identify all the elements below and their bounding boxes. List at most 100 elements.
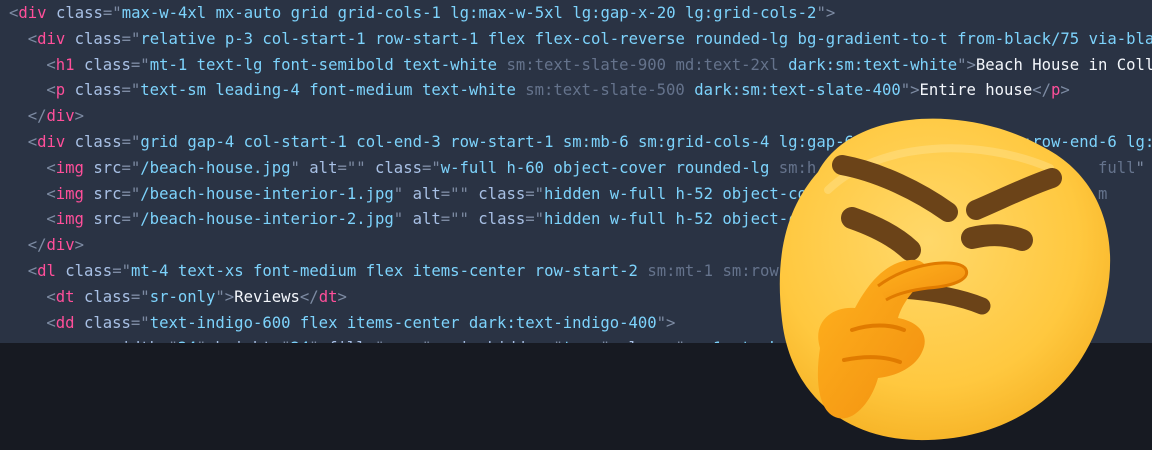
- code-token: =": [102, 4, 122, 22]
- code-token: grid gap-4 col-start-1 col-end-3 row-sta…: [140, 133, 563, 151]
- code-token: </: [299, 287, 319, 306]
- code-token: div: [46, 107, 75, 126]
- code-token: class: [478, 210, 526, 229]
- code-token: ">: [816, 4, 836, 22]
- code-line: <h1 class="mt-1 text-lg font-semibold te…: [46, 53, 1152, 78]
- code-token: <: [9, 4, 19, 22]
- code-token: <: [46, 210, 56, 229]
- code-token: dd: [55, 313, 75, 332]
- code-token: <: [27, 262, 38, 280]
- code-token: >: [337, 287, 347, 306]
- code-token: mt-4 text-xs font-medium flex items-cent…: [130, 262, 648, 280]
- code-token: class: [74, 29, 122, 48]
- code-token: /beach-house.jpg: [140, 158, 291, 177]
- code-token: =": [121, 184, 141, 203]
- code-token: ": [290, 158, 310, 177]
- code-token: src: [93, 158, 122, 177]
- code-token: lg:max-w-5xl lg:gap-x-20 lg:grid-cols-2: [450, 4, 817, 22]
- code-token: <: [27, 133, 38, 151]
- code-token: =": [121, 81, 141, 100]
- code-token: <: [46, 81, 56, 100]
- code-token: ="": [440, 184, 479, 203]
- code-token: class: [83, 55, 131, 74]
- code-token: dark:text-indigo-400: [468, 313, 657, 332]
- code-token: dt: [318, 287, 338, 306]
- code-token: ="": [440, 210, 479, 229]
- code-token: =": [130, 287, 150, 306]
- code-token: Entire house: [919, 81, 1033, 100]
- code-token: sm:text-slate-500: [525, 81, 695, 100]
- code-token: ">: [215, 287, 235, 306]
- code-token: =": [112, 262, 131, 280]
- code-token: <: [27, 29, 38, 48]
- code-token: class: [83, 287, 131, 306]
- code-token: class: [74, 81, 122, 100]
- code-token: </: [27, 236, 47, 255]
- code-token: class: [55, 4, 103, 22]
- code-token: img: [55, 210, 84, 229]
- code-token: >: [74, 236, 85, 255]
- code-token: ": [393, 184, 413, 203]
- code-line: <p class="text-sm leading-4 font-medium …: [46, 78, 1069, 103]
- code-token: alt: [412, 210, 441, 229]
- code-token: class: [74, 133, 122, 151]
- code-token: Beach House in Colling: [975, 55, 1152, 74]
- code-token: =": [130, 313, 150, 332]
- code-token: w-full h-60 object-cover rounded-lg: [440, 158, 779, 177]
- code-token: class: [83, 313, 131, 332]
- video-frame: <div class="max-w-4xl mx-auto grid grid-…: [0, 0, 1152, 450]
- code-token: dark:sm:text-white: [788, 55, 958, 74]
- code-token: dark:sm:text-slate-400: [694, 81, 901, 100]
- code-token: class: [478, 184, 526, 203]
- code-token: p: [1051, 81, 1061, 100]
- code-token: alt: [412, 184, 441, 203]
- code-token: =": [121, 158, 141, 177]
- code-token: =": [130, 55, 150, 74]
- code-token: div: [37, 133, 66, 151]
- code-token: p: [55, 81, 66, 100]
- code-token: alt: [309, 158, 338, 177]
- code-token: sm:text-slate-900 md:text-2xl: [506, 55, 789, 74]
- code-token: div: [46, 236, 75, 255]
- code-token: =": [421, 158, 441, 177]
- code-token: <: [46, 158, 56, 177]
- code-token: dl: [37, 262, 56, 280]
- code-token: <: [46, 184, 56, 203]
- right-eye: [961, 224, 1033, 251]
- code-token: max-w-4xl mx-auto grid grid-cols-1: [121, 4, 451, 22]
- code-token: </: [27, 107, 47, 126]
- code-token: =": [121, 29, 141, 48]
- code-token: >: [74, 107, 85, 126]
- code-token: </: [1032, 81, 1051, 100]
- code-token: img: [55, 184, 84, 203]
- code-token: ">: [957, 55, 976, 74]
- code-line: </div>: [28, 233, 84, 258]
- code-line: <div class="relative p-3 col-start-1 row…: [28, 27, 1152, 52]
- code-token: mt-1 text-lg font-semibold text-white: [149, 55, 507, 74]
- code-token: =": [525, 210, 545, 229]
- code-token: sr-only: [149, 287, 216, 306]
- code-line: <dd class="text-indigo-600 flex items-ce…: [46, 311, 675, 336]
- code-token: text-indigo-600 flex items-center: [149, 313, 469, 332]
- code-token: ="": [337, 158, 376, 177]
- code-token: h1: [55, 55, 75, 74]
- code-token: >: [1060, 81, 1070, 100]
- code-token: <: [46, 55, 56, 74]
- code-token: dt: [55, 287, 75, 306]
- code-token: ": [393, 210, 413, 229]
- code-token: class: [65, 262, 113, 280]
- code-token: =": [121, 133, 141, 151]
- code-token: <: [46, 287, 56, 306]
- code-token: src: [93, 210, 122, 229]
- code-token: <: [46, 313, 56, 332]
- code-line: <svg width="24" height="24" fill="none" …: [65, 336, 844, 343]
